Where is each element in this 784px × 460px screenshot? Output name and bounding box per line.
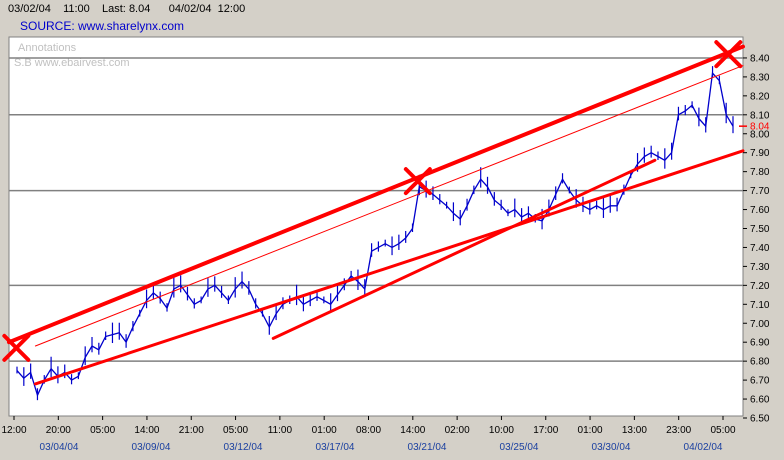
y-tick-label-17: 8.20	[750, 91, 770, 102]
x-date-label-3: 03/17/04	[316, 442, 355, 453]
x-tick-label-13: 01:00	[578, 425, 603, 436]
watermark-line1: Annotations	[18, 42, 77, 54]
x-tick-label-14: 13:00	[622, 425, 647, 436]
price-chart: Annotations S.B www.ebairvest.com 6.506.…	[1, 36, 770, 453]
y-tick-label-0: 6.50	[750, 414, 770, 425]
y-tick-label-5: 7.00	[750, 319, 770, 330]
y-tick-label-1: 6.60	[750, 395, 770, 406]
last-value-label: 8.04	[750, 122, 770, 133]
y-axis: 6.50 6.60 6.70 6.80 6.90 7.00 7.10 7.20 7.30 7.40…	[743, 53, 770, 425]
x-date-label-6: 03/30/04	[592, 442, 631, 453]
y-tick-label-11: 7.60	[750, 205, 770, 216]
x-date-label-4: 03/21/04	[408, 442, 447, 453]
plot-area	[8, 36, 744, 417]
y-tick-label-2: 6.70	[750, 376, 770, 387]
y-tick-label-6: 7.10	[750, 300, 770, 311]
y-tick-label-9: 7.40	[750, 243, 770, 254]
x-tick-label-4: 21:00	[179, 425, 204, 436]
x-date-label-7: 04/02/04	[684, 442, 723, 453]
x-tick-label-2: 05:00	[90, 425, 115, 436]
x-tick-label-9: 14:00	[400, 425, 425, 436]
watermark-line2: S.B www.ebairvest.com	[14, 57, 130, 69]
y-tick-label-13: 7.80	[750, 167, 770, 178]
x-tick-label-7: 01:00	[312, 425, 337, 436]
x-tick-label-3: 14:00	[134, 425, 159, 436]
x-tick-label-6: 11:00	[268, 425, 293, 436]
y-tick-label-3: 6.80	[750, 357, 770, 368]
y-tick-label-4: 6.90	[750, 338, 770, 349]
x-tick-label-10: 02:00	[445, 425, 470, 436]
x-date-label-5: 03/25/04	[500, 442, 539, 453]
x-tick-label-12: 17:00	[533, 425, 558, 436]
x-tick-label-11: 10:00	[489, 425, 514, 436]
x-tick-label-16: 05:00	[710, 425, 735, 436]
y-tick-label-14: 7.90	[750, 148, 770, 159]
y-tick-label-7: 7.20	[750, 281, 770, 292]
x-date-label-0: 03/04/04	[40, 442, 79, 453]
x-tick-label-15: 23:00	[666, 425, 691, 436]
y-tick-label-19: 8.40	[750, 53, 770, 64]
x-tick-label-0: 12:00	[1, 425, 26, 436]
x-date-label-1: 03/09/04	[132, 442, 171, 453]
x-date-label-2: 03/12/04	[224, 442, 263, 453]
x-axis: 12:00 20:00 05:00 14:00 21:00 05:00 11:00 01:00…	[1, 416, 736, 453]
last-value-marker: 8.04	[739, 122, 770, 133]
x-tick-label-5: 05:00	[223, 425, 248, 436]
x-tick-label-8: 08:00	[356, 425, 381, 436]
y-tick-label-18: 8.30	[750, 72, 770, 83]
y-tick-label-10: 7.50	[750, 224, 770, 235]
y-tick-label-16: 8.10	[750, 110, 770, 121]
x-tick-label-1: 20:00	[46, 425, 71, 436]
y-tick-label-12: 7.70	[750, 186, 770, 197]
y-tick-label-8: 7.30	[750, 262, 770, 273]
